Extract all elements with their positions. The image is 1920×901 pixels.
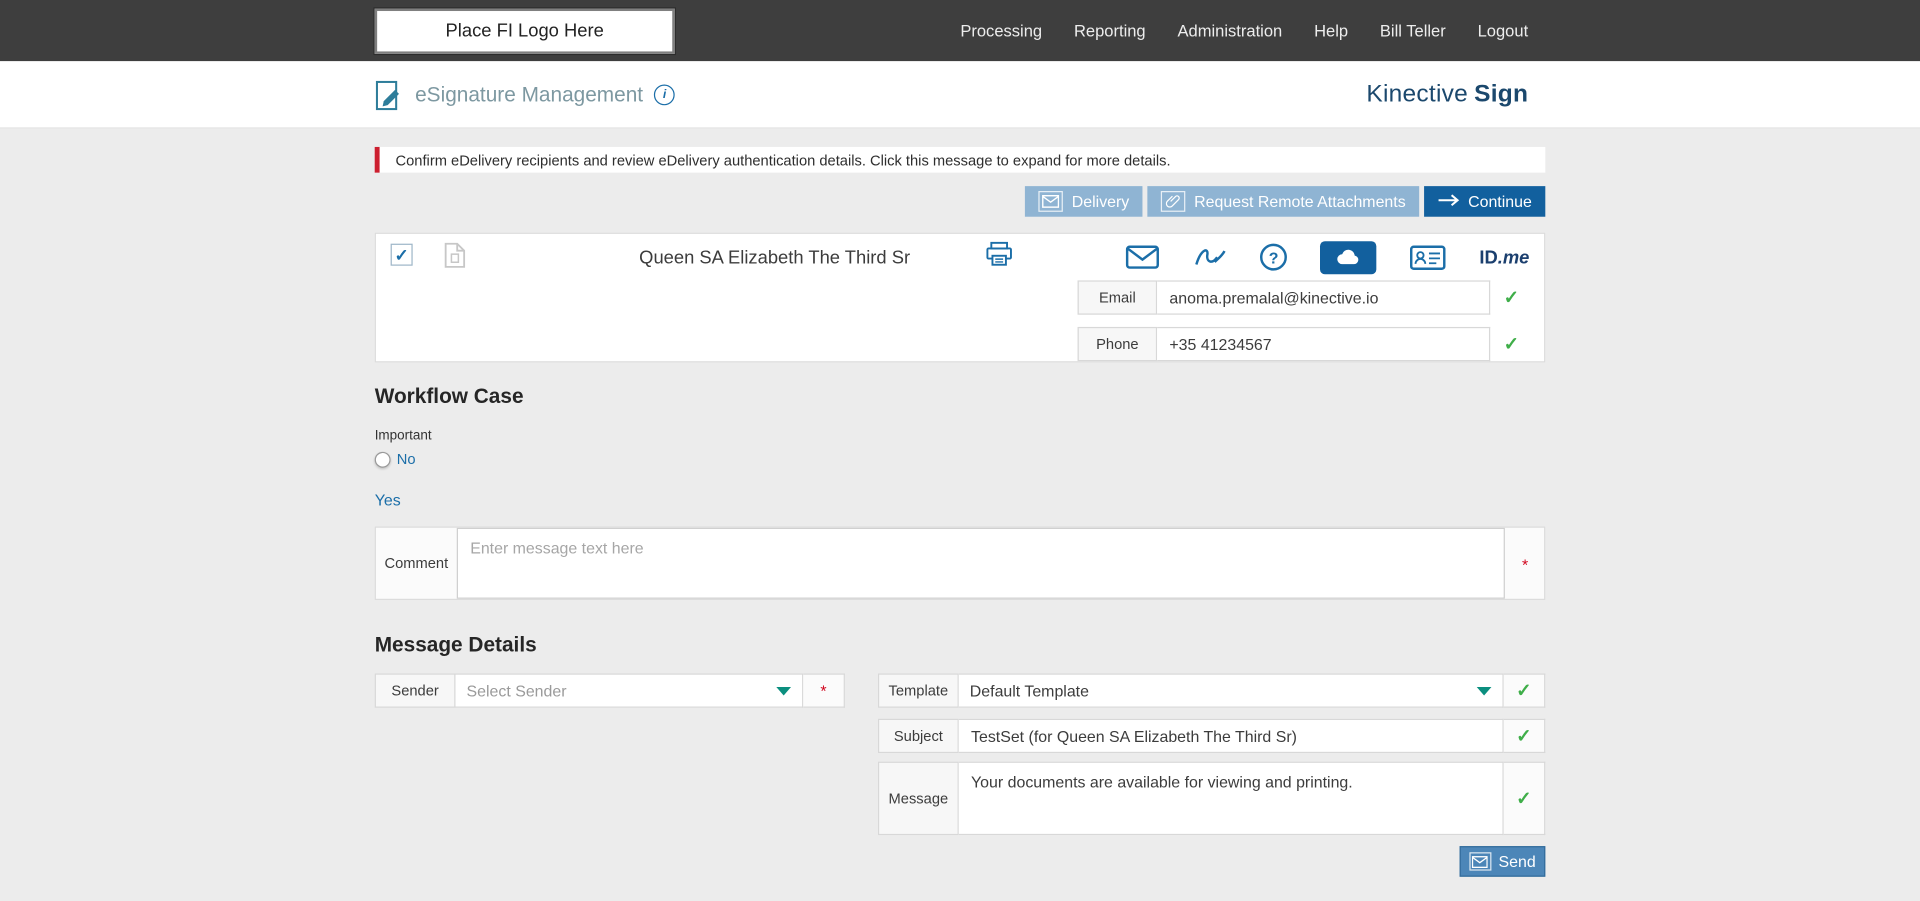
email-label: Email — [1077, 280, 1158, 315]
send-button[interactable]: Send — [1459, 846, 1546, 877]
alert-banner[interactable]: Confirm eDelivery recipients and review … — [374, 146, 1546, 173]
subject-valid-cell: ✓ — [1503, 718, 1546, 754]
idme-logo[interactable]: ID.me — [1479, 247, 1529, 268]
message-valid-check-icon: ✓ — [1516, 788, 1532, 810]
important-option-yes[interactable]: Yes — [375, 491, 401, 509]
important-field-label: Important — [374, 428, 432, 444]
delivery-button-label: Delivery — [1071, 192, 1130, 211]
delivery-button[interactable]: Delivery — [1025, 186, 1143, 217]
idme-logo-prefix: ID — [1479, 246, 1498, 268]
fi-logo-text: Place FI Logo Here — [445, 20, 604, 42]
email-field-row: Email ✓ — [1077, 280, 1520, 315]
nav-logout[interactable]: Logout — [1478, 21, 1529, 39]
info-icon[interactable]: i — [654, 84, 675, 106]
continue-button[interactable]: Continue — [1424, 186, 1546, 217]
arrow-right-icon — [1437, 192, 1460, 210]
radio-icon — [374, 451, 391, 468]
template-valid-cell: ✓ — [1503, 673, 1546, 708]
phone-input[interactable] — [1157, 326, 1491, 362]
template-dropdown[interactable]: Default Template — [958, 673, 1504, 708]
message-row: Message ✓ — [877, 761, 1546, 836]
phone-valid-check-icon: ✓ — [1503, 334, 1520, 356]
idme-logo-suffix: .me — [1497, 246, 1530, 268]
nav-administration[interactable]: Administration — [1177, 21, 1282, 39]
kba-question-auth-icon[interactable]: ? — [1260, 243, 1288, 271]
recipient-card: ✓ Queen SA Elizabeth The Third Sr ? ID.m… — [374, 232, 1546, 363]
sender-row: Sender Select Sender * — [374, 673, 845, 708]
envelope-icon — [1038, 191, 1064, 212]
message-valid-cell: ✓ — [1503, 761, 1546, 836]
brand-name: Kinective — [1366, 80, 1468, 108]
email-auth-icon[interactable] — [1125, 245, 1160, 269]
brand-logo: Kinective Sign — [1366, 61, 1528, 128]
fi-logo-placeholder: Place FI Logo Here — [374, 8, 675, 54]
sender-dropdown[interactable]: Select Sender — [455, 673, 804, 708]
top-bar: Place FI Logo Here Processing Reporting … — [0, 0, 1920, 62]
signature-auth-icon[interactable] — [1193, 245, 1227, 269]
esignature-document-icon — [375, 79, 404, 111]
comment-card: Comment * — [374, 526, 1546, 601]
message-details-heading: Message Details — [374, 633, 537, 657]
email-input[interactable] — [1157, 280, 1491, 315]
sender-required-cell: * — [803, 673, 845, 708]
send-button-label: Send — [1498, 852, 1536, 871]
page-header: eSignature Management i Kinective Sign — [0, 61, 1920, 129]
paperclip-icon — [1161, 191, 1186, 212]
subject-valid-check-icon: ✓ — [1516, 726, 1532, 747]
auth-method-row: ? ID.me — [1125, 238, 1529, 277]
sender-label: Sender — [374, 673, 456, 708]
cloud-auth-icon-selected[interactable] — [1320, 240, 1377, 274]
template-valid-check-icon: ✓ — [1516, 680, 1532, 702]
document-status-icon — [444, 242, 466, 274]
send-envelope-icon — [1469, 852, 1492, 871]
request-remote-attachments-label: Request Remote Attachments — [1194, 192, 1406, 211]
id-card-auth-icon[interactable] — [1410, 244, 1447, 270]
subject-input[interactable] — [958, 718, 1504, 754]
sender-dropdown-value: Select Sender — [466, 681, 567, 700]
page-title: eSignature Management — [415, 82, 644, 106]
message-textarea[interactable] — [958, 761, 1504, 836]
important-option-no[interactable]: No — [374, 450, 416, 468]
page-header-left: eSignature Management i — [375, 61, 675, 128]
nav-user-bill-teller[interactable]: Bill Teller — [1380, 21, 1446, 39]
comment-textarea[interactable] — [456, 527, 1505, 599]
subject-label: Subject — [877, 718, 959, 754]
action-button-row: Delivery Request Remote Attachments Cont… — [375, 186, 1546, 217]
workflow-case-heading: Workflow Case — [374, 384, 524, 408]
message-label: Message — [877, 761, 959, 836]
template-dropdown-value: Default Template — [969, 681, 1089, 700]
alert-text: Confirm eDelivery recipients and review … — [395, 151, 1171, 169]
chevron-down-icon — [1476, 686, 1492, 695]
template-label: Template — [877, 673, 959, 708]
request-remote-attachments-button[interactable]: Request Remote Attachments — [1147, 186, 1420, 217]
template-row: Template Default Template ✓ — [877, 673, 1546, 708]
subject-row: Subject ✓ — [877, 718, 1546, 754]
phone-field-row: Phone ✓ — [1077, 326, 1520, 362]
sender-required-marker: * — [820, 681, 827, 700]
nav-help[interactable]: Help — [1314, 21, 1348, 39]
phone-label: Phone — [1077, 326, 1158, 362]
chevron-down-icon — [776, 686, 792, 695]
app-window: Place FI Logo Here Processing Reporting … — [0, 0, 1920, 901]
comment-label: Comment — [384, 554, 449, 572]
print-icon[interactable] — [986, 241, 1013, 273]
recipient-name: Queen SA Elizabeth The Third Sr — [639, 247, 911, 269]
page: Place FI Logo Here Processing Reporting … — [0, 0, 1920, 901]
continue-button-label: Continue — [1468, 192, 1532, 211]
comment-required-marker: * — [1521, 555, 1529, 575]
nav-reporting[interactable]: Reporting — [1074, 21, 1146, 39]
top-nav: Processing Reporting Administration Help… — [960, 0, 1528, 61]
email-valid-check-icon: ✓ — [1503, 287, 1520, 309]
brand-suffix: Sign — [1474, 80, 1529, 108]
nav-processing[interactable]: Processing — [960, 21, 1042, 39]
important-option-no-label: No — [396, 450, 416, 468]
recipient-checkbox[interactable]: ✓ — [390, 243, 413, 266]
